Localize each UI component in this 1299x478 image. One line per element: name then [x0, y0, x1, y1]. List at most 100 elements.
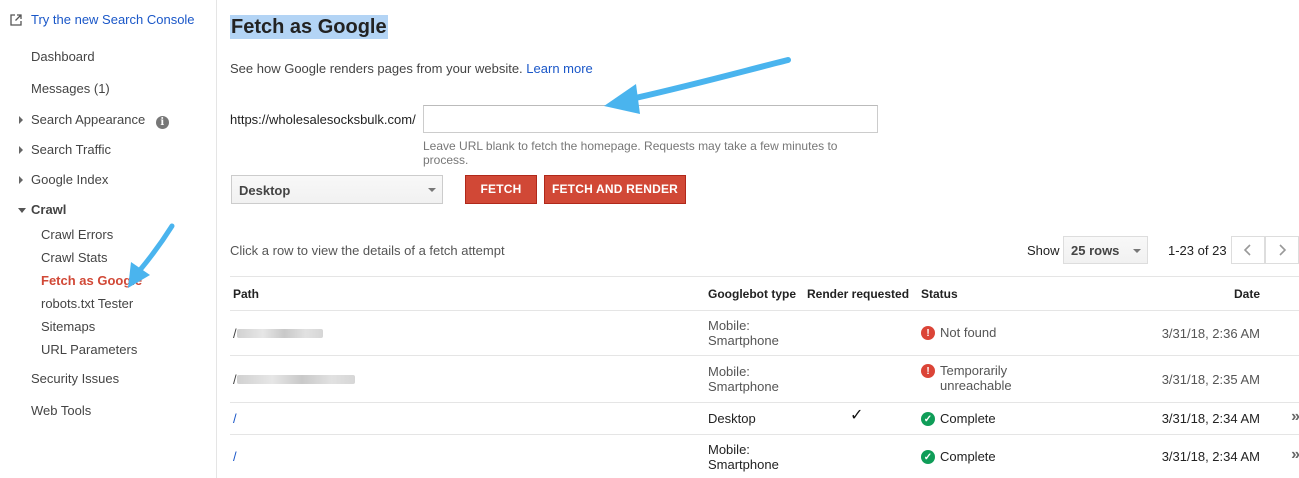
try-new-console-label: Try the new Search Console	[31, 12, 195, 27]
try-new-console-link[interactable]: Try the new Search Console	[10, 12, 195, 27]
sidebar-subitem-fetch-as-google[interactable]: Fetch as Google	[41, 273, 142, 288]
redacted-path	[236, 329, 323, 338]
sidebar-item-label: Google Index	[31, 172, 109, 187]
sidebar-item-search-traffic[interactable]: Search Traffic	[19, 142, 111, 157]
expand-triangle-icon	[19, 176, 23, 184]
sidebar-item-label: URL Parameters	[41, 342, 138, 357]
column-header-path[interactable]: Path	[233, 287, 259, 301]
column-header-date[interactable]: Date	[1234, 287, 1260, 301]
table-row[interactable]: / Mobile: Smartphone ! Temporarily unrea…	[230, 356, 1299, 403]
page-title: Fetch as Google	[230, 15, 388, 39]
row-date: 3/31/18, 2:35 AM	[1161, 372, 1260, 387]
row-path: /	[233, 449, 237, 464]
check-circle-icon: ✓	[921, 450, 935, 464]
status-text: Not found	[940, 325, 997, 340]
sidebar-item-label: Search Traffic	[31, 142, 111, 157]
googlebot-type-line: Smartphone	[708, 379, 779, 394]
chevron-left-icon	[1243, 244, 1251, 256]
device-select[interactable]: Desktop	[231, 175, 443, 204]
dropdown-arrow-icon	[1133, 249, 1141, 253]
main-content: Fetch as Google See how Google renders p…	[218, 0, 1299, 478]
table-row[interactable]: / Mobile: Smartphone ! Not found 3/31/18…	[230, 311, 1299, 356]
description-text: See how Google renders pages from your w…	[230, 61, 523, 76]
url-hint: Leave URL blank to fetch the homepage. R…	[423, 139, 838, 167]
status-text: Complete	[940, 449, 996, 464]
row-googlebot-type: Desktop	[708, 411, 756, 426]
row-date: 3/31/18, 2:36 AM	[1161, 326, 1260, 341]
fetch-button[interactable]: FETCH	[465, 175, 537, 204]
check-circle-icon: ✓	[921, 412, 935, 426]
external-link-icon	[10, 13, 22, 26]
rows-per-page-select[interactable]: 25 rows	[1063, 236, 1148, 264]
sidebar-item-search-appearance[interactable]: Search Appearance i	[19, 112, 169, 129]
sidebar-item-google-index[interactable]: Google Index	[19, 172, 109, 187]
row-details-chevron-icon[interactable]: »	[1291, 409, 1299, 425]
info-icon[interactable]: i	[155, 116, 169, 129]
row-path: /	[233, 411, 237, 426]
row-path: /	[233, 326, 323, 341]
row-date: 3/31/18, 2:34 AM	[1161, 449, 1260, 464]
googlebot-type-line: Mobile:	[708, 318, 750, 333]
column-header-render-requested[interactable]: Render requested	[807, 287, 909, 301]
googlebot-type-line: Mobile:	[708, 442, 750, 457]
row-status: ✓ Complete	[921, 411, 996, 426]
fetch-and-render-button[interactable]: FETCH AND RENDER	[544, 175, 686, 204]
fetch-history-table: Path Googlebot type Render requested Sta…	[230, 276, 1299, 478]
sidebar-item-label: Search Appearance	[31, 112, 146, 127]
sidebar-subitem-crawl-stats[interactable]: Crawl Stats	[41, 250, 107, 265]
column-header-status[interactable]: Status	[921, 287, 958, 301]
rows-per-page-value: 25 rows	[1071, 243, 1120, 258]
sidebar-subitem-crawl-errors[interactable]: Crawl Errors	[41, 227, 113, 242]
googlebot-type-line: Smartphone	[708, 333, 779, 348]
googlebot-type-line: Smartphone	[708, 457, 779, 472]
sidebar-subitem-robots-tester[interactable]: robots.txt Tester	[41, 296, 133, 311]
status-text: Temporarily	[940, 363, 1008, 378]
sidebar-item-security-issues[interactable]: Security Issues	[31, 371, 119, 386]
sidebar-subitem-sitemaps[interactable]: Sitemaps	[41, 319, 95, 334]
url-input[interactable]	[423, 105, 878, 133]
sidebar-item-web-tools[interactable]: Web Tools	[31, 403, 91, 418]
error-icon: !	[921, 364, 935, 378]
next-page-button[interactable]	[1265, 236, 1299, 264]
row-googlebot-type: Mobile: Smartphone	[708, 318, 779, 348]
expand-triangle-icon	[19, 146, 23, 154]
row-date: 3/31/18, 2:34 AM	[1161, 411, 1260, 426]
sidebar-item-label: Crawl	[31, 202, 67, 217]
dropdown-arrow-icon	[428, 188, 436, 192]
error-icon: !	[921, 326, 935, 340]
status-text: Complete	[940, 411, 996, 426]
redacted-path	[236, 375, 355, 384]
row-path: /	[233, 372, 355, 387]
table-instructions: Click a row to view the details of a fet…	[230, 243, 505, 258]
url-prefix: https://wholesalesocksbulk.com/	[230, 112, 416, 127]
sidebar-item-messages[interactable]: Messages (1)	[31, 81, 110, 96]
sidebar-item-label: Security Issues	[31, 371, 120, 386]
table-row[interactable]: / Desktop ✓ ✓ Complete 3/31/18, 2:34 AM …	[230, 403, 1299, 435]
expand-triangle-icon	[19, 116, 23, 124]
device-select-value: Desktop	[239, 183, 291, 198]
sidebar-item-crawl[interactable]: Crawl	[18, 202, 67, 217]
sidebar-item-label: Web Tools	[31, 403, 92, 418]
previous-page-button[interactable]	[1231, 236, 1265, 264]
sidebar-item-dashboard[interactable]: Dashboard	[31, 49, 95, 64]
sidebar-item-label: Fetch as Google	[41, 273, 143, 288]
sidebar-subitem-url-parameters[interactable]: URL Parameters	[41, 342, 137, 357]
sidebar-item-label: Dashboard	[31, 49, 95, 64]
page-description: See how Google renders pages from your w…	[230, 61, 593, 76]
render-requested-check-icon: ✓	[850, 407, 864, 424]
sidebar-item-label: Messages (1)	[31, 81, 110, 96]
show-label: Show	[1027, 243, 1060, 258]
sidebar: Try the new Search Console Dashboard Mes…	[0, 0, 217, 478]
chevron-right-icon	[1279, 244, 1287, 256]
collapse-triangle-icon	[18, 208, 26, 213]
pagination-range: 1-23 of 23	[1168, 243, 1227, 258]
sidebar-item-label: Sitemaps	[41, 319, 96, 334]
column-header-googlebot-type[interactable]: Googlebot type	[708, 287, 796, 301]
row-details-chevron-icon[interactable]: »	[1291, 447, 1299, 463]
table-header: Path Googlebot type Render requested Sta…	[230, 276, 1299, 311]
learn-more-link[interactable]: Learn more	[526, 61, 592, 76]
sidebar-item-label: Crawl Errors	[41, 227, 114, 242]
status-text: unreachable	[940, 378, 1012, 393]
status-text-block: Temporarily unreachable	[940, 363, 1012, 393]
table-row[interactable]: / Mobile: Smartphone ✓ Complete 3/31/18,…	[230, 435, 1299, 478]
